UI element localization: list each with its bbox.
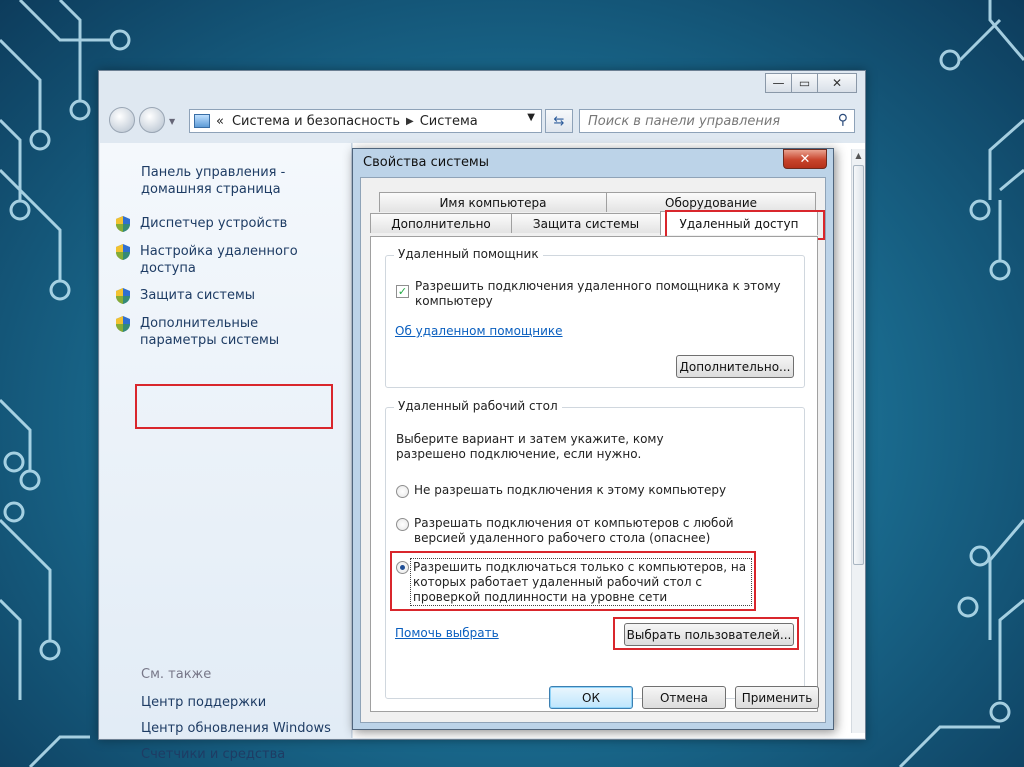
highlight-nla-option [390, 551, 756, 611]
uac-shield-icon [116, 316, 130, 332]
dialog-close-button[interactable]: ✕ [783, 149, 827, 169]
system-properties-dialog: Свойства системы ✕ Имя компьютера Оборуд… [352, 148, 834, 730]
vertical-scrollbar[interactable]: ▲ [851, 149, 865, 733]
radio-deny[interactable] [396, 485, 409, 498]
cancel-button[interactable]: Отмена [642, 686, 726, 709]
remote-desktop-group: Удаленный рабочий стол Выберите вариант … [385, 399, 805, 699]
breadcrumb-system-security[interactable]: Система и безопасность [232, 114, 400, 129]
search-input[interactable]: Поиск в панели управления ⚲ [579, 109, 855, 133]
uac-shield-icon [116, 288, 130, 304]
highlight-advanced-settings [135, 384, 333, 429]
uac-shield-icon [116, 216, 130, 232]
dialog-body: Имя компьютера Оборудование Дополнительн… [360, 177, 826, 723]
remote-desktop-description: Выберите вариант и затем укажите, кому р… [396, 432, 664, 461]
scrollbar-thumb[interactable] [853, 165, 864, 565]
allow-assistance-label[interactable]: Разрешить подключения удаленного помощни… [415, 279, 785, 309]
back-button[interactable] [109, 107, 135, 133]
link-action-center[interactable]: Центр поддержки [141, 694, 341, 711]
minimize-button[interactable]: — [765, 73, 792, 93]
allow-assistance-checkbox[interactable]: ✓ [396, 285, 409, 298]
about-assistance-link[interactable]: Об удаленном помощнике [395, 324, 563, 338]
help-choose-link[interactable]: Помочь выбрать [395, 626, 499, 640]
link-windows-update[interactable]: Центр обновления Windows [141, 720, 341, 737]
sidebar-item-system-protection[interactable]: Защита системы [114, 287, 330, 305]
address-dropdown-icon[interactable]: ▼ [527, 112, 535, 123]
advanced-button[interactable]: Дополнительно... [676, 355, 794, 378]
control-panel-icon [194, 114, 210, 128]
remote-assistance-group: Удаленный помощник ✓ Разрешить подключен… [385, 247, 805, 388]
sidebar-item-label: Защита системы [140, 288, 256, 303]
tab-advanced[interactable]: Дополнительно [370, 213, 512, 233]
radio-allow-any[interactable] [396, 518, 409, 531]
sidebar-item-label: Дополнительные параметры системы [140, 316, 280, 348]
window-caption-buttons: — ▭ ✕ [765, 73, 857, 93]
sidebar-item-label: Настройка удаленного доступа [140, 244, 298, 276]
breadcrumb-system[interactable]: Система [420, 114, 478, 129]
control-panel-home-link[interactable]: Панель управления - домашняя страница [141, 164, 341, 198]
recent-pages-dropdown-icon[interactable]: ▼ [169, 117, 175, 126]
group-title: Удаленный рабочий стол [394, 399, 562, 413]
scroll-up-icon[interactable]: ▲ [852, 149, 865, 163]
sidebar-item-label: Диспетчер устройств [140, 216, 288, 231]
tab-hardware[interactable]: Оборудование [606, 192, 816, 212]
tab-computer-name[interactable]: Имя компьютера [379, 192, 607, 212]
uac-shield-icon [116, 244, 130, 260]
maximize-button[interactable]: ▭ [791, 73, 818, 93]
breadcrumb-separator-icon[interactable]: ▶ [406, 116, 414, 127]
group-title: Удаленный помощник [394, 247, 543, 261]
left-navigation-pane: Панель управления - домашняя страница Ди… [100, 143, 352, 767]
ok-button[interactable]: ОК [549, 686, 633, 709]
highlight-select-users [613, 617, 799, 650]
address-prefix[interactable]: « [216, 114, 224, 129]
sidebar-item-remote-settings[interactable]: Настройка удаленного доступа [114, 243, 330, 277]
dialog-title: Свойства системы [363, 155, 490, 170]
sidebar-item-device-manager[interactable]: Диспетчер устройств [114, 215, 330, 233]
tab-system-protection[interactable]: Защита системы [511, 213, 661, 233]
radio-deny-label[interactable]: Не разрешать подключения к этому компьют… [414, 483, 784, 498]
radio-allow-any-label[interactable]: Разрешать подключения от компьютеров с л… [414, 516, 764, 546]
address-bar[interactable]: « Система и безопасность ▶ Система ▼ [189, 109, 542, 133]
close-button[interactable]: ✕ [817, 73, 857, 93]
see-also-heading: См. также [141, 667, 212, 682]
sidebar-item-advanced-system-settings[interactable]: Дополнительные параметры системы [114, 315, 330, 349]
refresh-button[interactable]: ⇆ [545, 109, 573, 133]
forward-button[interactable] [139, 107, 165, 133]
remote-tab-page: Удаленный помощник ✓ Разрешить подключен… [370, 236, 818, 712]
apply-button[interactable]: Применить [735, 686, 819, 709]
search-icon[interactable]: ⚲ [838, 112, 848, 128]
search-placeholder: Поиск в панели управления [588, 113, 781, 129]
navigation-bar: ▼ « Система и безопасность ▶ Система ▼ ⇆… [107, 105, 859, 135]
link-performance-tools[interactable]: Счетчики и средства производительности [141, 746, 341, 767]
